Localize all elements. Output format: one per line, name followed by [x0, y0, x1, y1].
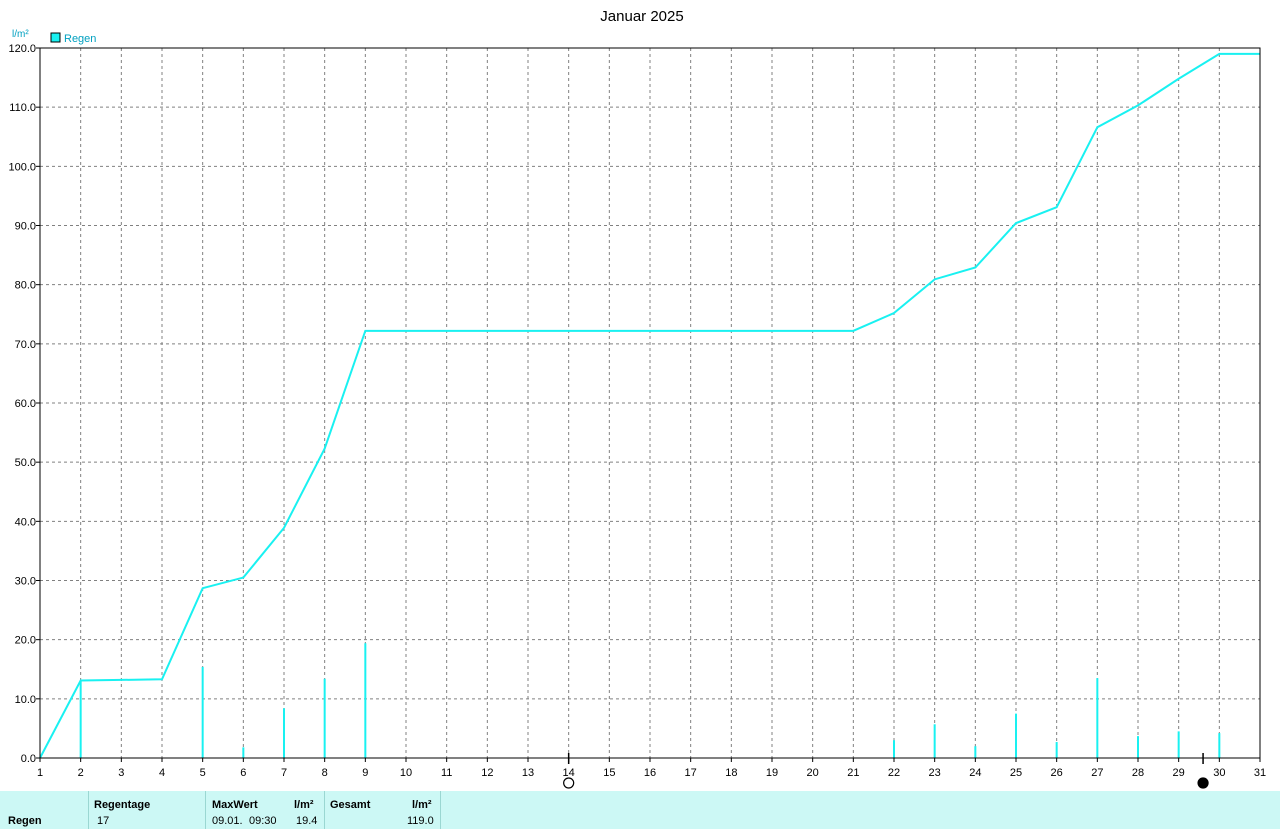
x-tick-label: 9 — [362, 767, 368, 779]
maxwert-value: 19.4 — [296, 815, 318, 827]
x-tick-label: 17 — [685, 767, 697, 779]
x-tick-label: 28 — [1132, 767, 1144, 779]
x-tick-label: 15 — [603, 767, 615, 779]
y-tick-label: 90.0 — [15, 221, 36, 233]
y-axis-unit-label: l/m² — [12, 29, 29, 40]
y-tick-label: 10.0 — [15, 694, 36, 706]
legend-swatch — [50, 32, 61, 43]
maxwert-time: 09:30 — [249, 815, 277, 827]
cumulative-rain-line — [39, 52, 1260, 759]
x-tick-label: 16 — [644, 767, 656, 779]
y-tick-label: 30.0 — [15, 576, 36, 588]
y-tick-label: 80.0 — [15, 280, 36, 292]
y-tick-label: 50.0 — [15, 457, 36, 469]
gesamt-value: 119.0 — [407, 815, 434, 827]
x-tick-label: 22 — [888, 767, 900, 779]
x-tick-label: 19 — [766, 767, 778, 779]
x-tick-label: 4 — [159, 767, 165, 779]
x-tick-label: 3 — [118, 767, 124, 779]
y-tick-label: 110.0 — [9, 102, 36, 114]
maxwert-unit: l/m² — [294, 799, 314, 811]
x-tick-label: 24 — [969, 767, 981, 779]
x-tick-label: 6 — [240, 767, 246, 779]
y-tick-label: 120.0 — [8, 43, 36, 55]
x-tick-label: 31 — [1254, 767, 1266, 779]
gesamt-unit: l/m² — [412, 799, 432, 811]
summary-table: Regen Regentage 17 MaxWert l/m² 09.01. 0… — [0, 791, 1280, 829]
maxwert-date: 09.01. — [212, 815, 243, 827]
gesamt-header: Gesamt — [330, 799, 371, 811]
x-tick-label: 11 — [441, 767, 452, 779]
x-tick-label: 23 — [929, 767, 941, 779]
regentage-value: 17 — [97, 815, 110, 827]
x-tick-label: 18 — [725, 767, 737, 779]
x-tick-label: 2 — [78, 767, 84, 779]
regentage-header: Regentage — [94, 799, 151, 811]
x-tick-label: 26 — [1051, 767, 1063, 779]
chart-title: Januar 2025 — [600, 8, 683, 25]
grid — [40, 48, 1260, 758]
legend-label: Regen — [64, 33, 96, 45]
row-label: Regen — [8, 815, 42, 827]
rain-chart: Januar 2025 l/m² Regen 1 2 3 4 5 6 7 8 9 10 11 12 13… — [8, 8, 1266, 789]
y-tick-label: 40.0 — [15, 516, 36, 528]
x-tick-label: 21 — [847, 767, 859, 779]
x-tick-label: 14 — [563, 767, 575, 779]
full-moon-icon — [563, 777, 575, 789]
y-tick-label: 60.0 — [15, 398, 36, 410]
x-tick-label: 27 — [1091, 767, 1103, 779]
y-tick-label: 20.0 — [15, 635, 36, 647]
axis-ticks: 1 2 3 4 5 6 7 8 9 10 11 12 13 14 15 16 17 18 19 20 21 22 23 24 2… — [8, 43, 1266, 779]
x-tick-label: 29 — [1173, 767, 1185, 779]
x-tick-label: 10 — [400, 767, 412, 779]
x-tick-label: 8 — [322, 767, 328, 779]
x-tick-label: 1 — [37, 767, 43, 779]
y-tick-label: 70.0 — [15, 339, 36, 351]
y-tick-label: 100.0 — [8, 161, 36, 173]
y-tick-label: 0.0 — [21, 753, 36, 765]
maxwert-header: MaxWert — [212, 799, 258, 811]
x-tick-label: 30 — [1213, 767, 1225, 779]
x-tick-label: 13 — [522, 767, 534, 779]
x-tick-label: 7 — [281, 767, 287, 779]
x-tick-label: 20 — [807, 767, 819, 779]
x-tick-label: 25 — [1010, 767, 1022, 779]
x-tick-label: 5 — [200, 767, 206, 779]
new-moon-icon — [1197, 777, 1209, 789]
x-tick-label: 12 — [481, 767, 493, 779]
